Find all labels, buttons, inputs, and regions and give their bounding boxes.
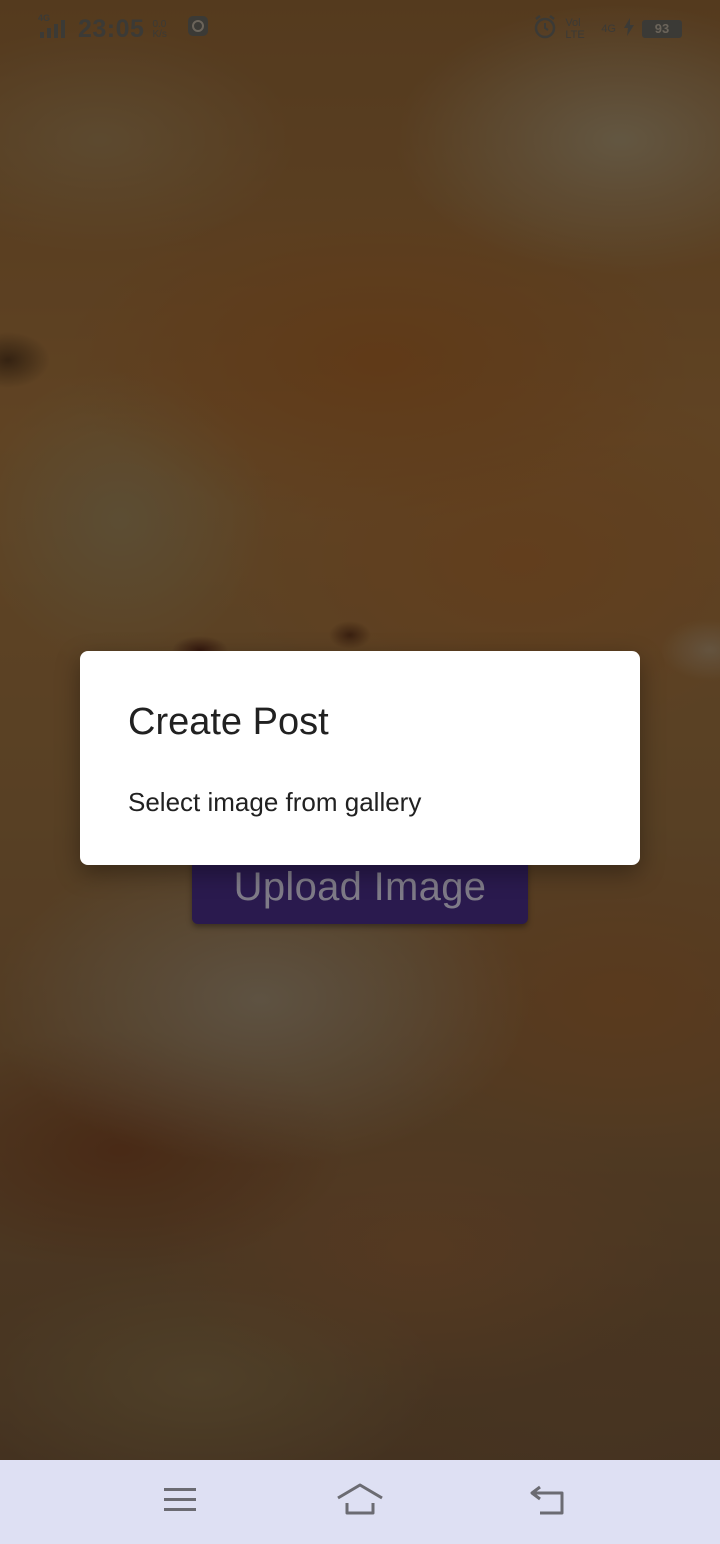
battery-indicator: 93 xyxy=(642,19,682,38)
home-button[interactable] xyxy=(332,1478,388,1526)
navigation-bar xyxy=(0,1460,720,1544)
dialog-title: Create Post xyxy=(128,701,329,743)
volte-indicator: Vol LTE xyxy=(565,16,585,41)
status-right: Vol LTE 4G 93 xyxy=(533,14,682,43)
network-right-indicator: 4G xyxy=(601,22,616,35)
status-bar: 4G 23:05 0.0 K/s Vol LTE 4G 93 xyxy=(0,0,720,56)
select-from-gallery-option[interactable]: Select image from gallery xyxy=(128,787,421,818)
status-time: 23:05 xyxy=(78,15,145,43)
upload-image-label: Upload Image xyxy=(233,864,487,909)
menu-icon xyxy=(162,1485,198,1520)
signal-icon: 4G xyxy=(38,12,70,47)
charging-icon xyxy=(624,18,634,39)
menu-button[interactable] xyxy=(152,1478,208,1526)
status-left: 4G 23:05 0.0 K/s xyxy=(38,12,210,47)
alarm-icon xyxy=(533,14,557,43)
back-icon xyxy=(528,1483,568,1522)
notification-app-icon xyxy=(186,14,210,45)
svg-text:4G: 4G xyxy=(38,13,50,23)
create-post-dialog: Create Post Select image from gallery xyxy=(80,651,640,865)
speed-indicator: 0.0 K/s xyxy=(152,18,167,40)
back-button[interactable] xyxy=(520,1478,576,1526)
home-icon xyxy=(335,1482,385,1523)
